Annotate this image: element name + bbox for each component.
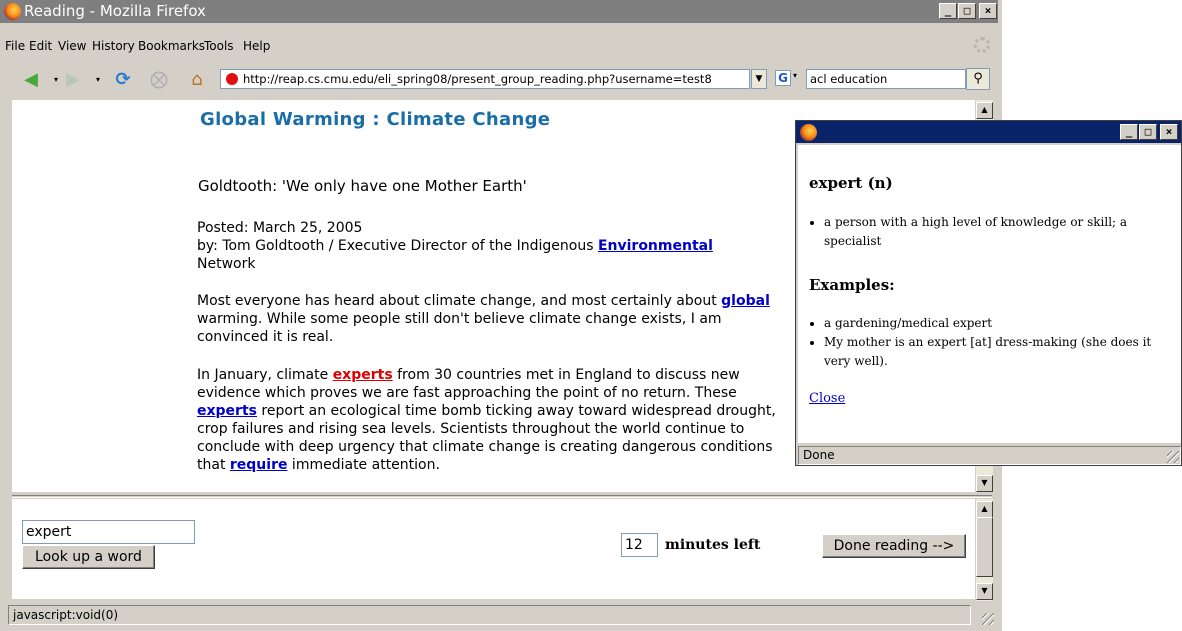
scroll-up-icon[interactable]: ▲ <box>976 501 993 518</box>
controls-scrollbar[interactable]: ▲ ▼ <box>976 499 993 601</box>
word-link-experts-highlighted[interactable]: experts <box>333 367 393 383</box>
minutes-left-label: minutes left <box>665 537 761 553</box>
popup-window-controls: _ □ × <box>1119 124 1178 140</box>
article-title: Global Warming : Climate Change <box>200 109 551 130</box>
p1-text-post: warming. While some people still don't b… <box>197 311 722 345</box>
frame-divider[interactable] <box>12 495 992 498</box>
forward-dropdown-icon[interactable]: ▾ <box>87 68 109 90</box>
menu-history[interactable]: History <box>92 39 135 53</box>
window-title: Reading - Mozilla Firefox <box>24 2 206 20</box>
paragraph-2: In January, climate experts from 30 coun… <box>197 366 797 474</box>
lookup-word-input[interactable]: expert <box>22 520 195 544</box>
url-history-dropdown[interactable]: ▼ <box>751 69 767 89</box>
example-item: My mother is an expert [at] dress-making… <box>824 333 1168 371</box>
popup-status-bar: Done <box>798 446 1181 465</box>
menu-help[interactable]: Help <box>243 39 270 53</box>
paragraph-1: Most everyone has heard about climate ch… <box>197 292 797 346</box>
browser-status-bar: javascript:void(0) <box>8 605 971 625</box>
maximize-button[interactable]: □ <box>1139 124 1157 140</box>
google-icon: G <box>775 70 791 86</box>
examples-list: a gardening/medical expert My mother is … <box>798 314 1168 371</box>
byline-text: by: Tom Goldtooth / Executive Director o… <box>197 238 598 254</box>
resize-grip-icon[interactable] <box>982 613 994 625</box>
lookup-word-button[interactable]: Look up a word <box>22 545 155 569</box>
definition-panel: expert (n) a person with a high level of… <box>798 145 1181 443</box>
definition-item: a person with a high level of knowledge … <box>824 213 1168 251</box>
example-item: a gardening/medical expert <box>824 314 1168 333</box>
headword: expert (n) <box>809 174 893 192</box>
definition-list: a person with a high level of knowledge … <box>798 213 1168 251</box>
reload-icon[interactable]: ⟳ <box>112 68 134 90</box>
forward-icon[interactable]: ▶ <box>62 68 84 90</box>
site-favicon-icon <box>226 73 238 85</box>
stop-icon[interactable]: ⨂ <box>148 68 170 90</box>
url-bar[interactable]: http://reap.cs.cmu.edu/eli_spring08/pres… <box>220 69 750 89</box>
menu-view[interactable]: View <box>58 39 86 53</box>
minimize-button[interactable]: _ <box>1120 124 1138 140</box>
word-link-environmental[interactable]: Environmental <box>598 238 713 254</box>
article-subtitle: Goldtooth: 'We only have one Mother Eart… <box>198 177 527 195</box>
resize-grip-icon[interactable] <box>1167 451 1179 463</box>
scrollbar-thumb[interactable] <box>976 517 993 577</box>
browser-titlebar: Reading - Mozilla Firefox <box>0 0 998 23</box>
minutes-left-field: 12 <box>621 533 658 557</box>
menu-bar: File Edit View History Bookmarks Tools H… <box>0 35 998 55</box>
p2-text-d: immediate attention. <box>287 457 440 473</box>
url-text: http://reap.cs.cmu.edu/eli_spring08/pres… <box>243 72 712 86</box>
minimize-button[interactable]: _ <box>939 3 957 19</box>
search-engine-selector[interactable]: G ▾ <box>775 69 805 89</box>
close-link[interactable]: Close <box>809 391 845 406</box>
word-link-global[interactable]: global <box>721 293 770 309</box>
word-link-require[interactable]: require <box>230 457 288 473</box>
search-button[interactable]: ⚲ <box>966 68 990 90</box>
menu-bookmarks[interactable]: Bookmarks <box>138 39 205 53</box>
close-window-button[interactable]: × <box>1160 124 1178 140</box>
maximize-button[interactable]: □ <box>958 3 976 19</box>
home-icon[interactable]: ⌂ <box>186 68 208 90</box>
article-byline: Posted: March 25, 2005 by: Tom Goldtooth… <box>197 219 797 273</box>
throbber-icon <box>974 37 990 53</box>
popup-status-text: Done <box>803 448 835 462</box>
word-link-experts[interactable]: experts <box>197 403 257 419</box>
scroll-down-icon[interactable]: ▼ <box>976 475 993 492</box>
byline-network: Network <box>197 256 256 272</box>
done-reading-button[interactable]: Done reading --> <box>822 534 966 558</box>
menu-edit[interactable]: Edit <box>29 39 52 53</box>
menu-file[interactable]: File <box>5 39 25 53</box>
close-window-button[interactable]: × <box>979 3 997 19</box>
menu-tools[interactable]: Tools <box>204 39 234 53</box>
search-engine-dropdown-icon: ▾ <box>793 71 798 80</box>
dictionary-popup-window: _ □ × expert (n) a person with a high le… <box>795 120 1182 466</box>
examples-heading: Examples: <box>809 276 895 294</box>
search-input[interactable]: acl education <box>806 69 966 89</box>
window-controls: _ □ × <box>938 3 997 19</box>
p1-text: Most everyone has heard about climate ch… <box>197 293 722 309</box>
scroll-up-icon[interactable]: ▲ <box>976 102 993 119</box>
status-text: javascript:void(0) <box>13 608 119 622</box>
firefox-logo-icon <box>4 3 21 20</box>
firefox-logo-icon <box>800 124 817 141</box>
posted-date: Posted: March 25, 2005 <box>197 220 363 236</box>
scroll-down-icon[interactable]: ▼ <box>976 583 993 600</box>
back-icon[interactable]: ◀ <box>20 68 42 90</box>
p2-text-a: In January, climate <box>197 367 333 383</box>
